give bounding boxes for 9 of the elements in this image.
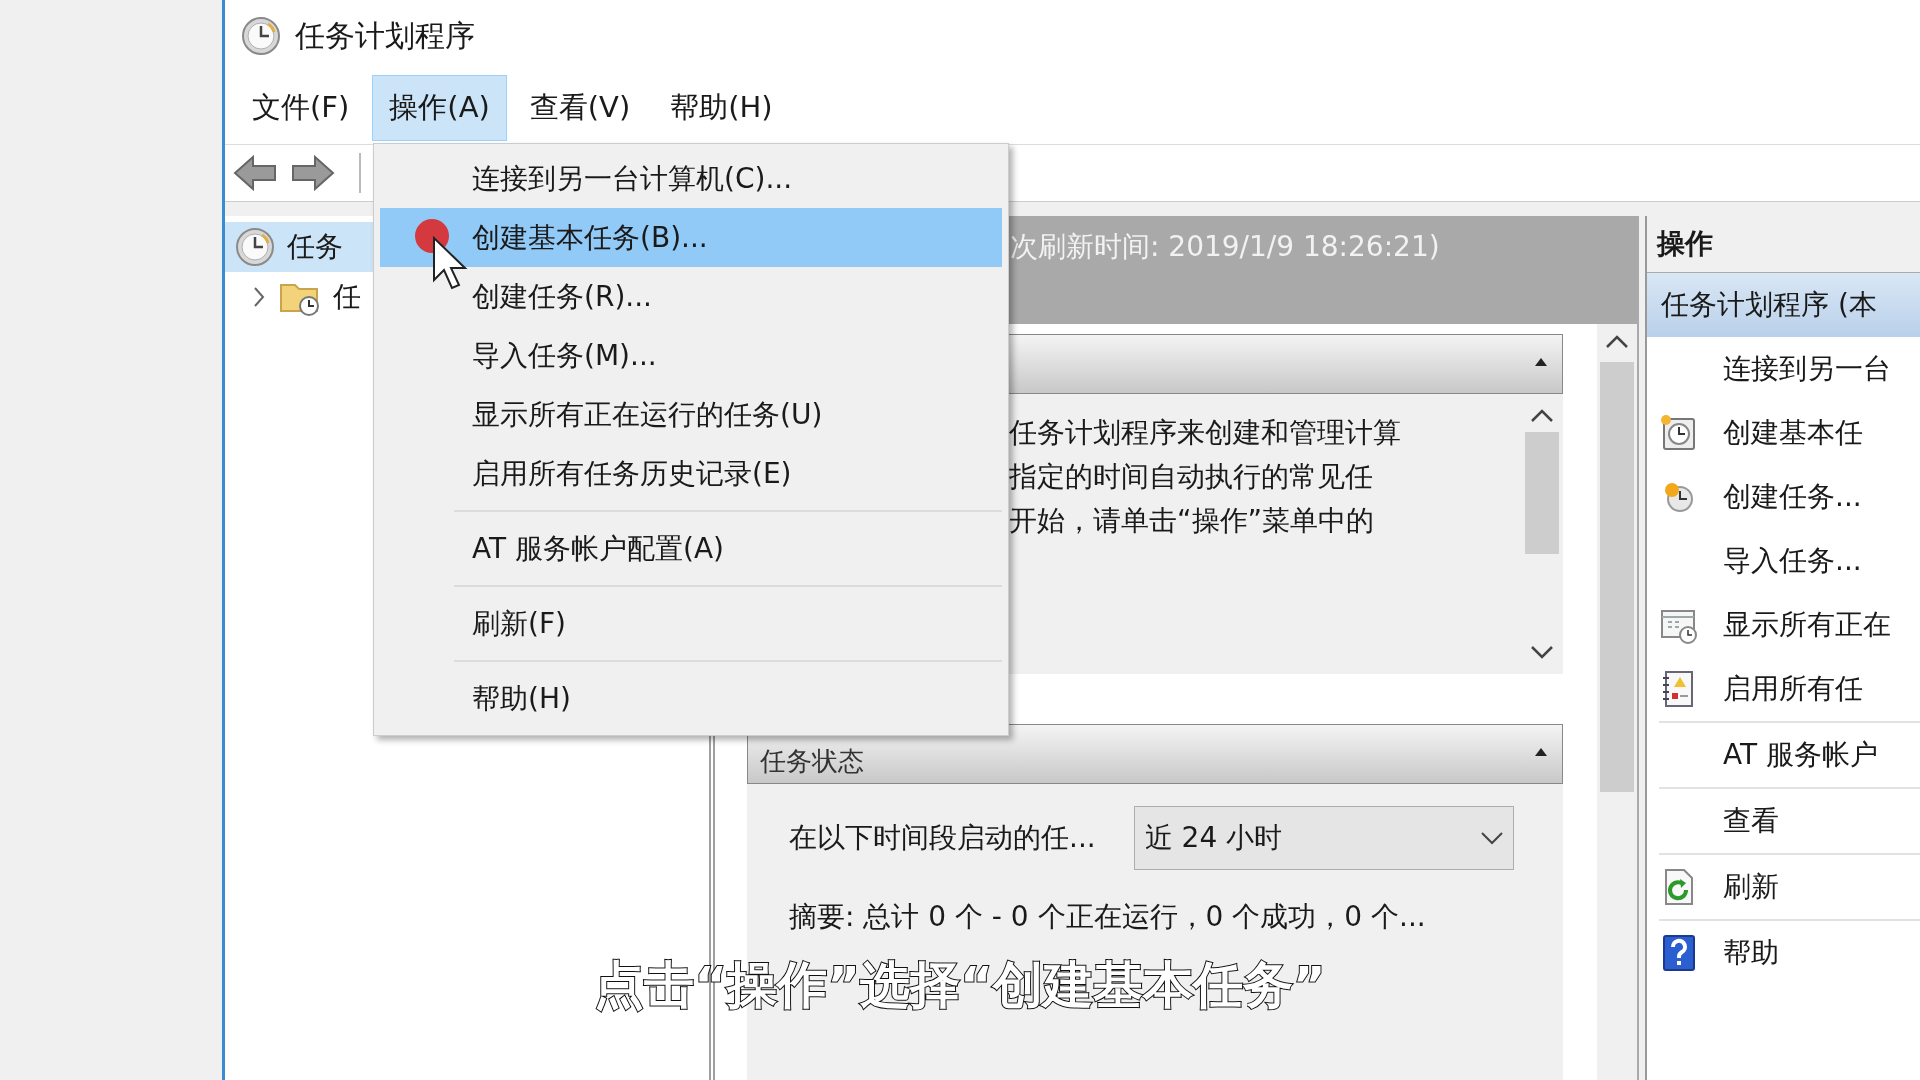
overview-text: 任务计划程序来创建和管理计算 <box>1009 415 1402 451</box>
overview-text: 开始，请单击“操作”菜单中的 <box>1009 503 1375 539</box>
summary-text: 摘要: 总计 0 个 - 0 个正在运行，0 个成功，0 个... <box>789 899 1427 935</box>
period-label: 在以下时间段启动的任... <box>789 820 1096 856</box>
window-title: 任务计划程序 <box>295 16 475 55</box>
refresh-time-text: 次刷新时间: 2019/1/9 18:26:21) <box>1010 230 1440 263</box>
overview-text: 指定的时间自动执行的常见任 <box>1009 459 1374 495</box>
actions-header: 操作 <box>1647 216 1920 273</box>
subtitle-caption: 点击“操作”选择“创建基本任务” <box>594 956 1326 1014</box>
